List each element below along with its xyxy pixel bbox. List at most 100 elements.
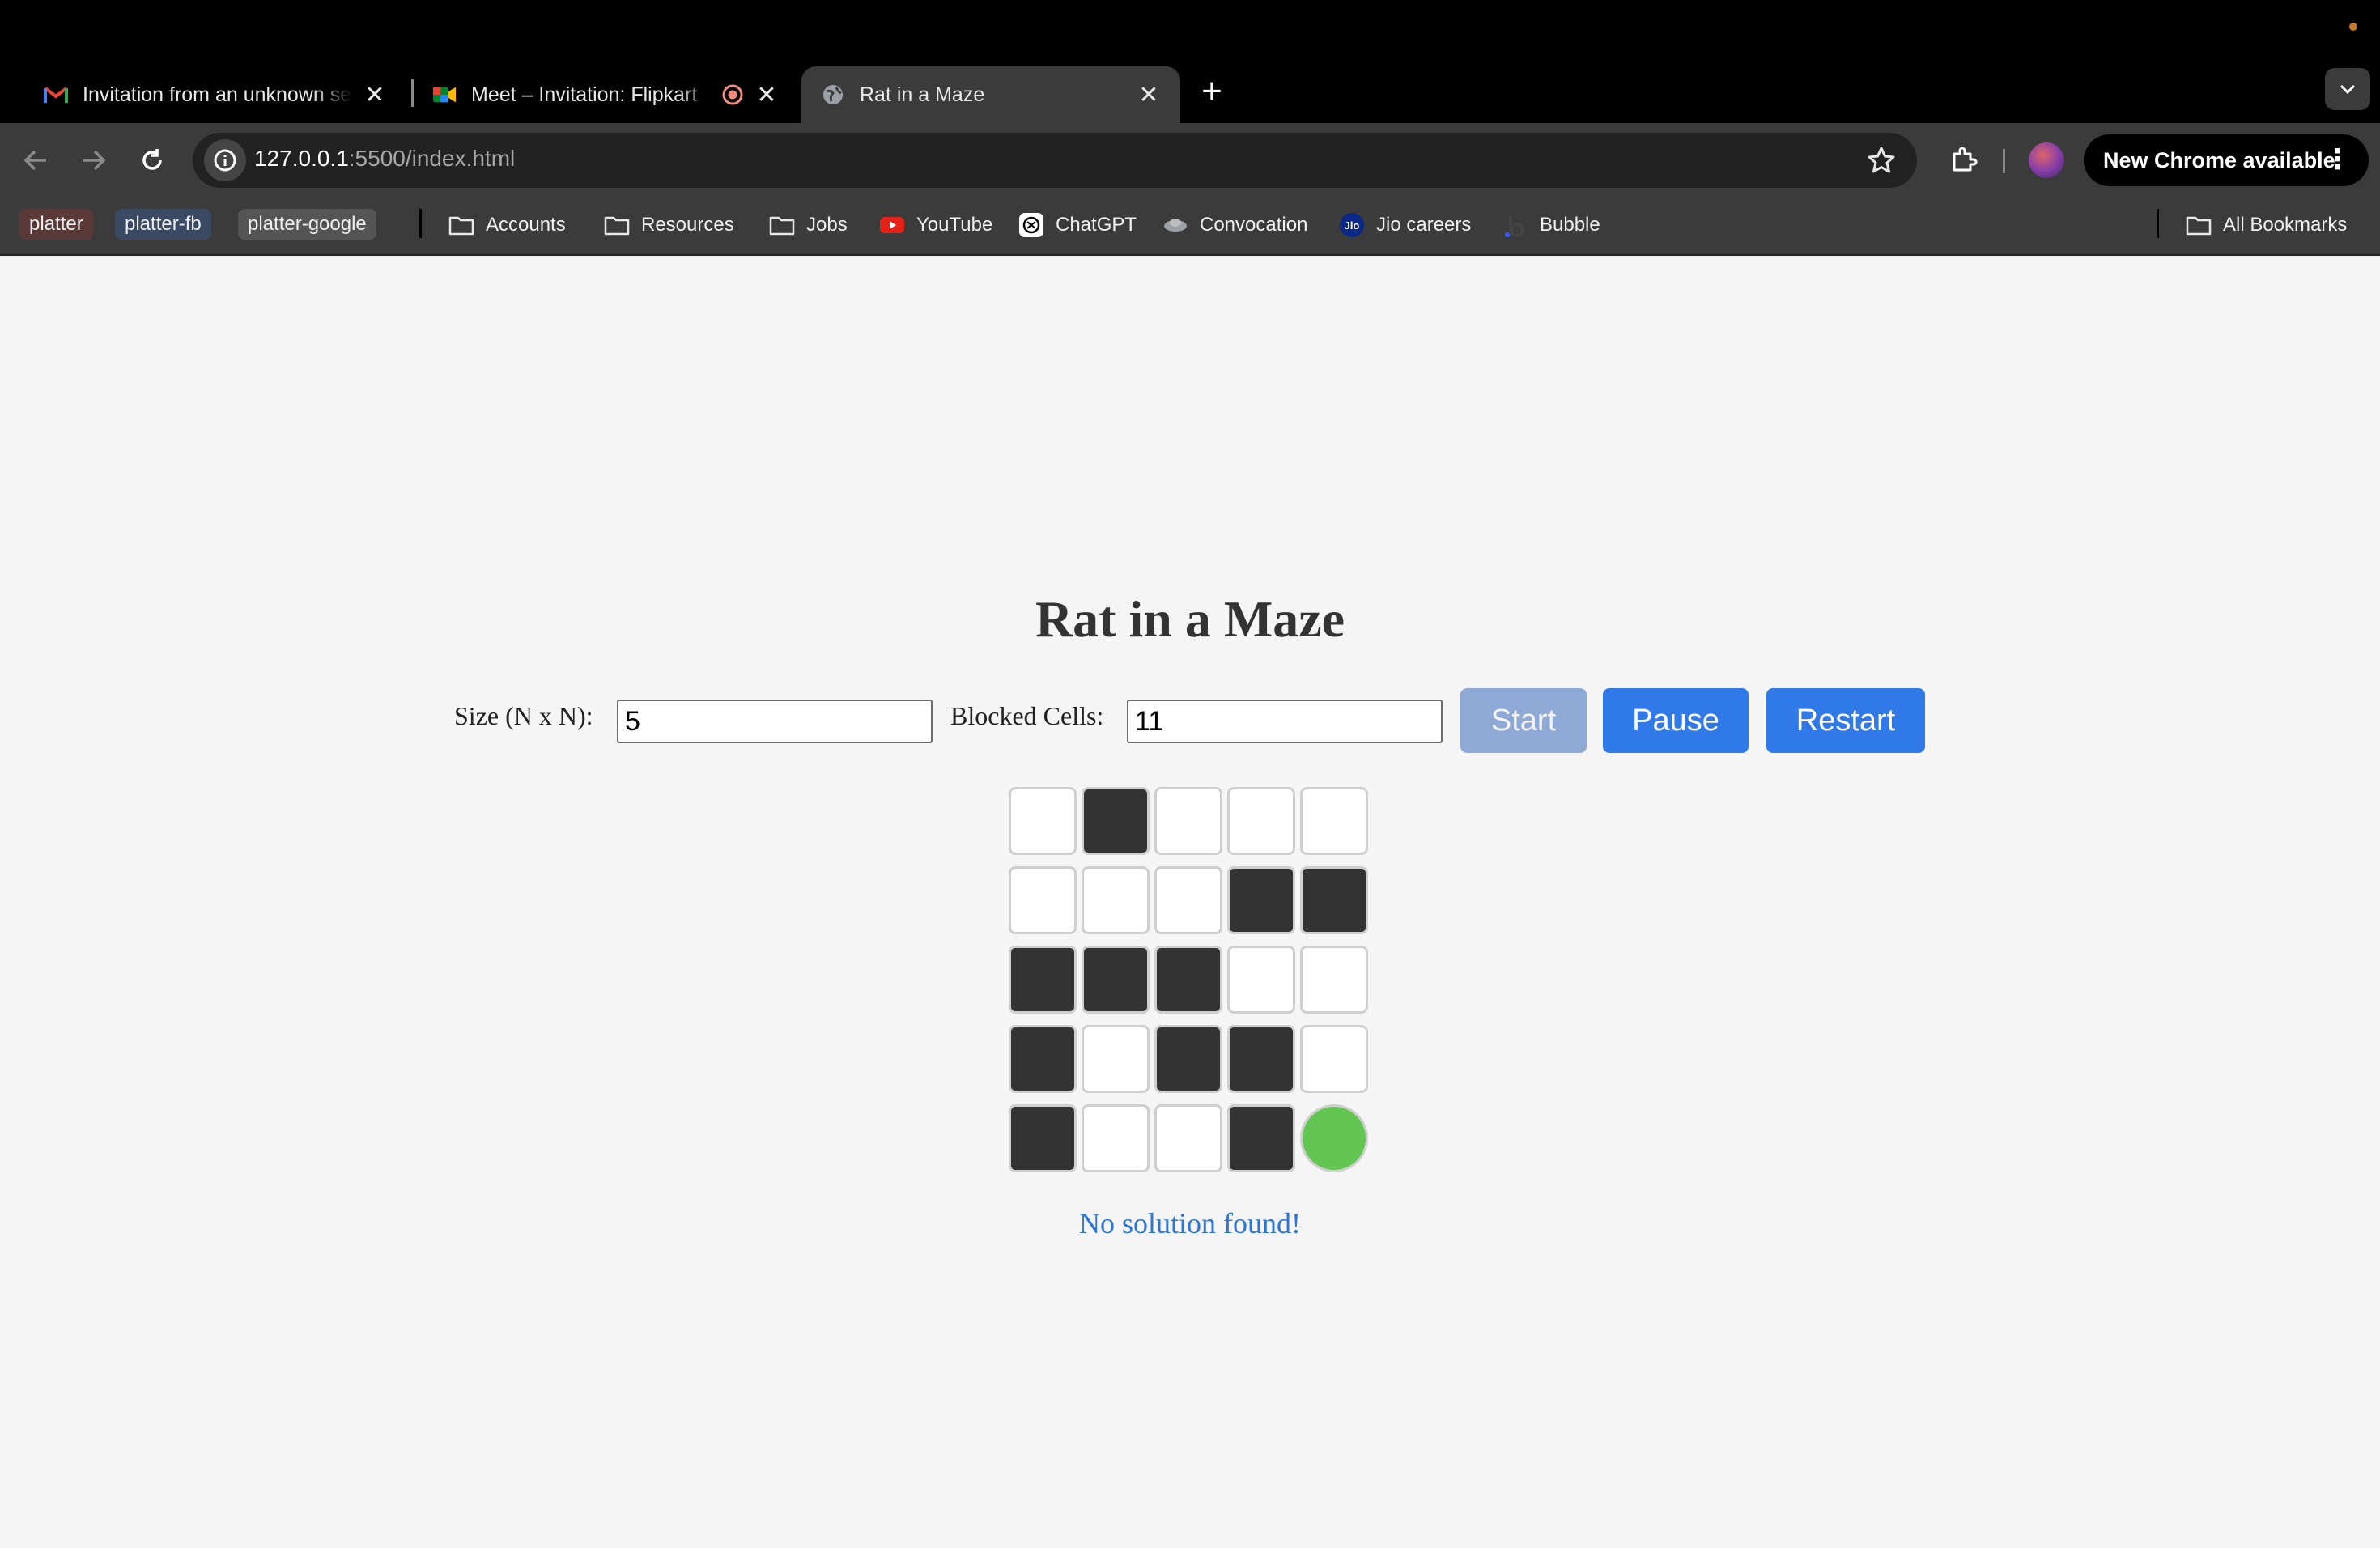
maze-cell-open[interactable] — [1154, 866, 1222, 934]
maze-cell-open[interactable] — [1154, 787, 1222, 855]
maze-cell-blocked[interactable] — [1154, 946, 1222, 1014]
url-path: :5500/index.html — [348, 146, 516, 171]
tab-title: Rat in a Maze — [860, 83, 985, 106]
rat-marker — [1300, 1104, 1368, 1172]
folder-icon — [448, 214, 474, 236]
bookmark-resources[interactable]: Resources — [604, 209, 734, 241]
bookmark-label: Accounts — [486, 214, 566, 236]
maze-cell-open[interactable] — [1227, 787, 1295, 855]
back-button[interactable] — [15, 139, 57, 181]
start-button[interactable]: Start — [1460, 688, 1587, 753]
maze-cell-open[interactable] — [1300, 946, 1368, 1014]
bookmark-all-bookmarks[interactable]: All Bookmarks — [2186, 209, 2347, 241]
restart-button[interactable]: Restart — [1766, 688, 1925, 753]
forward-button[interactable] — [73, 139, 115, 181]
bookmark-jio-careers[interactable]: Jio Jio careers — [1339, 209, 1471, 241]
maze-cell-open[interactable] — [1300, 787, 1368, 855]
folder-icon — [604, 214, 630, 236]
size-label: Size (N x N): — [454, 701, 593, 730]
status-message: No solution found! — [1079, 1207, 1301, 1240]
tab-title: Meet – Invitation: Flipkart — [471, 83, 698, 106]
close-tab-icon[interactable]: ✕ — [363, 82, 387, 108]
bookmark-chip-platter-fb[interactable]: platter-fb — [115, 209, 211, 240]
chevron-down-icon — [2340, 84, 2356, 95]
new-chrome-available-button[interactable]: New Chrome available ⋮ — [2084, 134, 2369, 186]
maze-cell-blocked[interactable] — [1227, 1104, 1295, 1172]
maze-cell-open[interactable] — [1227, 946, 1295, 1014]
maze-cell-blocked[interactable] — [1082, 946, 1150, 1014]
folder-icon — [2186, 214, 2212, 236]
cap-icon — [1162, 214, 1188, 236]
bubble-icon — [1502, 214, 1528, 237]
bookmark-chip-platter[interactable]: platter — [19, 209, 93, 240]
chatgpt-icon — [1018, 213, 1044, 237]
bookmark-label: All Bookmarks — [2223, 214, 2348, 236]
tab-rat-in-a-maze[interactable]: Rat in a Maze ✕ — [801, 66, 1180, 123]
bookmark-youtube[interactable]: YouTube — [879, 209, 992, 241]
maze-cell-open[interactable] — [1082, 1025, 1150, 1093]
bookmark-label: Bubble — [1540, 214, 1600, 236]
maze-cell-blocked[interactable] — [1154, 1025, 1222, 1093]
new-tab-button[interactable]: + — [1193, 71, 1230, 111]
close-tab-icon[interactable]: ✕ — [754, 82, 779, 108]
maze-cell-blocked[interactable] — [1300, 866, 1368, 934]
more-menu-icon[interactable]: ⋮ — [2323, 146, 2351, 173]
maze-cell-blocked[interactable] — [1227, 866, 1295, 934]
jio-icon: Jio — [1339, 213, 1365, 237]
blocked-cells-input[interactable] — [1127, 700, 1443, 743]
tab-title: Invitation from an unknown se — [83, 83, 352, 106]
puzzle-icon — [1953, 147, 1978, 172]
maze-cell-open[interactable] — [1009, 866, 1077, 934]
svg-text:Jio: Jio — [1345, 219, 1360, 232]
bookmark-convocation[interactable]: Convocation — [1162, 209, 1307, 241]
reload-icon — [142, 149, 162, 170]
pause-button[interactable]: Pause — [1603, 688, 1749, 753]
page-title: Rat in a Maze — [1035, 590, 1345, 648]
bookmark-label: Jio careers — [1376, 214, 1472, 236]
recording-icon — [720, 83, 745, 107]
maze-cell-blocked[interactable] — [1009, 1025, 1077, 1093]
tab-gmail[interactable]: Invitation from an unknown se ✕ — [24, 66, 406, 123]
blocked-cells-label: Blocked Cells: — [950, 701, 1104, 730]
maze-cell-open[interactable] — [1154, 1104, 1222, 1172]
google-meet-icon — [432, 83, 457, 107]
bookmark-accounts[interactable]: Accounts — [448, 209, 566, 241]
maze-cell-blocked[interactable] — [1082, 787, 1150, 855]
bookmark-label: ChatGPT — [1056, 214, 1137, 236]
url-text[interactable]: 127.0.0.1:5500/index.html — [254, 146, 515, 172]
url-host: 127.0.0.1 — [254, 146, 349, 171]
bookmark-bubble[interactable]: Bubble — [1502, 209, 1600, 241]
bookmark-label: Convocation — [1200, 214, 1308, 236]
update-label: New Chrome available — [2103, 147, 2335, 172]
maze-cell-blocked[interactable] — [1009, 946, 1077, 1014]
profile-notification-dot — [2349, 23, 2357, 31]
tab-search-button[interactable] — [2325, 68, 2370, 110]
size-input[interactable] — [617, 700, 933, 743]
site-info-button[interactable] — [204, 139, 246, 181]
bookmark-label: Resources — [641, 214, 734, 236]
toolbar-separator — [2003, 149, 2005, 173]
maze-cell-blocked[interactable] — [1009, 1104, 1077, 1172]
reload-button[interactable] — [131, 139, 173, 181]
globe-icon — [821, 83, 845, 107]
bookmark-jobs[interactable]: Jobs — [769, 209, 848, 241]
bookmark-star-button[interactable] — [1862, 141, 1901, 180]
bookmark-chatgpt[interactable]: ChatGPT — [1018, 209, 1137, 241]
close-tab-icon[interactable]: ✕ — [1137, 82, 1161, 108]
maze-cell-open[interactable] — [1300, 1025, 1368, 1093]
tab-google-meet[interactable]: Meet – Invitation: Flipkart ✕ — [413, 66, 798, 123]
profile-avatar[interactable] — [2029, 142, 2064, 178]
maze-cell-open[interactable] — [1082, 1104, 1150, 1172]
extensions-button[interactable] — [1943, 139, 1985, 181]
bookmark-chip-platter-google[interactable]: platter-google — [238, 209, 376, 240]
star-icon — [1868, 147, 1895, 173]
bookmark-label: YouTube — [916, 214, 993, 236]
maze-cell-blocked[interactable] — [1227, 1025, 1295, 1093]
tab-strip: Invitation from an unknown se ✕ Meet – I… — [0, 0, 2380, 123]
arrow-right-icon — [83, 150, 106, 171]
maze-cell-open[interactable] — [1082, 866, 1150, 934]
maze-cell-open[interactable] — [1009, 787, 1077, 855]
info-icon — [214, 149, 236, 172]
arrow-left-icon — [23, 150, 46, 171]
youtube-icon — [879, 214, 905, 236]
